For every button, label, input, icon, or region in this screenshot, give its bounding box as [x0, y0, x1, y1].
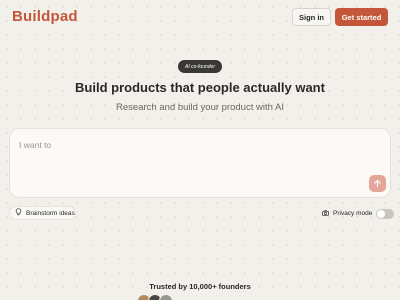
prompt-input[interactable]	[19, 138, 359, 152]
privacy-mode-label: Privacy mode	[333, 210, 373, 217]
privacy-mode-control: Privacy mode	[322, 208, 395, 219]
lightbulb-icon	[15, 208, 22, 218]
get-started-button[interactable]: Get started	[335, 8, 388, 26]
camera-icon	[322, 209, 329, 218]
brainstorm-label: Brainstorm ideas	[26, 209, 75, 217]
toggle-knob	[377, 209, 386, 218]
ai-cofounder-badge: AI co-founder	[178, 60, 222, 73]
founder-avatars	[137, 294, 173, 300]
page-subtitle: Research and build your product with AI	[116, 102, 284, 113]
sign-in-button[interactable]: Sign in	[292, 8, 331, 26]
page-title: Build products that people actually want	[75, 80, 325, 95]
buildpad-logo[interactable]: Buildpad	[12, 8, 78, 25]
privacy-mode-toggle[interactable]	[376, 208, 395, 219]
arrow-up-icon	[373, 175, 382, 193]
trusted-by-text: Trusted by 10,000+ founders	[149, 282, 251, 291]
top-navbar: Buildpad Sign in Get started	[0, 0, 400, 34]
send-button[interactable]	[369, 175, 386, 192]
brainstorm-ideas-button[interactable]: Brainstorm ideas	[9, 206, 76, 220]
avatar	[159, 294, 173, 300]
prompt-box	[9, 128, 391, 198]
